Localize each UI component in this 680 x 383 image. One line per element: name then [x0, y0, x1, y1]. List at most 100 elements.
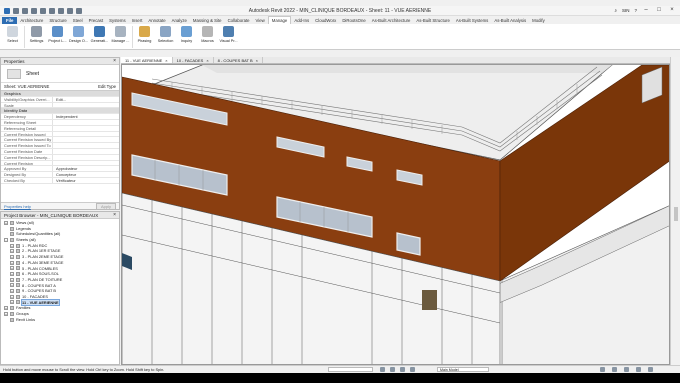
- property-value[interactable]: Vérificateur: [53, 178, 119, 183]
- editable-only-icon[interactable]: [380, 367, 385, 372]
- expand-toggle-icon[interactable]: +: [10, 266, 14, 271]
- property-value[interactable]: [53, 126, 119, 131]
- expand-toggle-icon[interactable]: +: [10, 254, 14, 259]
- view-tab[interactable]: 8 - COUPES BAT B ×: [214, 57, 263, 63]
- ribbon-tab-massing-site[interactable]: Massing & Site: [190, 17, 225, 24]
- select-links-icon[interactable]: [400, 367, 405, 372]
- property-value[interactable]: Concepteur: [53, 172, 119, 177]
- sheet-icon: [16, 283, 20, 288]
- user-name[interactable]: SIN: [622, 8, 630, 13]
- property-value[interactable]: Independent: [53, 114, 119, 119]
- property-value[interactable]: [53, 103, 119, 108]
- property-value[interactable]: [53, 161, 119, 166]
- expand-toggle-icon[interactable]: +: [10, 300, 14, 305]
- minimize-button[interactable]: –: [642, 7, 650, 14]
- workset-field[interactable]: [328, 367, 373, 372]
- manage-button[interactable]: Manage ...: [110, 24, 131, 50]
- expand-toggle-icon[interactable]: +: [10, 283, 14, 288]
- ribbon-tab-analyze[interactable]: Analyze: [169, 17, 190, 24]
- property-value[interactable]: Edit...: [53, 97, 119, 102]
- generati-button[interactable]: Generati...: [89, 24, 110, 50]
- ribbon-tab-as-built-architecture[interactable]: As-Built Architecture: [369, 17, 414, 24]
- model-selector[interactable]: Main Model: [437, 367, 489, 372]
- expand-toggle-icon[interactable]: +: [4, 220, 8, 225]
- close-tab-icon[interactable]: ×: [165, 58, 167, 63]
- design-o-button[interactable]: Design O...: [68, 24, 89, 50]
- ribbon-tab-collaborate[interactable]: Collaborate: [225, 17, 253, 24]
- type-selector[interactable]: Sheet: [1, 65, 119, 83]
- ribbon-tab-as-built-structure[interactable]: As-Built Structure: [413, 17, 452, 24]
- apply-button[interactable]: Apply: [95, 202, 116, 210]
- expand-toggle-icon[interactable]: -: [4, 237, 8, 242]
- ribbon-tab-steel[interactable]: Steel: [70, 17, 86, 24]
- close-icon[interactable]: ×: [113, 212, 116, 218]
- ribbon-tab-annotate[interactable]: Annotate: [145, 17, 168, 24]
- ribbon-tab-as-built-analysis[interactable]: As-Built Analysis: [491, 17, 529, 24]
- select-face-icon[interactable]: [612, 367, 617, 372]
- property-value[interactable]: [53, 120, 119, 125]
- expand-toggle-icon[interactable]: +: [10, 260, 14, 265]
- select-pinned-icon[interactable]: [600, 367, 605, 372]
- ribbon-tab-insert[interactable]: Insert: [129, 17, 146, 24]
- expand-toggle-icon[interactable]: +: [4, 311, 8, 316]
- expand-toggle-icon[interactable]: +: [10, 294, 14, 299]
- properties-help-link[interactable]: Properties help: [4, 204, 31, 209]
- ribbon-tab-file[interactable]: File: [2, 17, 18, 24]
- expand-toggle-icon[interactable]: +: [10, 249, 14, 254]
- close-icon[interactable]: ×: [113, 58, 116, 64]
- ribbon-tab-manage[interactable]: Manage: [267, 16, 292, 24]
- property-value[interactable]: [53, 149, 119, 154]
- property-value[interactable]: [53, 143, 119, 148]
- close-tab-icon[interactable]: ×: [256, 58, 258, 63]
- property-value[interactable]: Approbateur: [53, 166, 119, 171]
- ribbon-tab-dirootsone[interactable]: DiRootsOne: [339, 17, 368, 24]
- inquiry-button[interactable]: Inquiry: [176, 24, 197, 50]
- expand-toggle-icon[interactable]: +: [10, 243, 14, 248]
- tree-node[interactable]: Revit Links: [1, 317, 119, 323]
- close-tab-icon[interactable]: ×: [206, 58, 208, 63]
- expand-toggle-icon[interactable]: +: [10, 289, 14, 294]
- ribbon-tab-as-built-systems[interactable]: As-Built Systems: [453, 17, 491, 24]
- drag-elements-icon[interactable]: [624, 367, 629, 372]
- ribbon-tab-systems[interactable]: Systems: [106, 17, 128, 24]
- scrollbar-thumb[interactable]: [674, 207, 678, 221]
- ribbon-tab-architecture[interactable]: Architecture: [17, 17, 46, 24]
- drawing-area[interactable]: [121, 64, 670, 365]
- property-value[interactable]: [53, 137, 119, 142]
- ribbon-tab-cloudworx[interactable]: CloudWorx: [312, 17, 339, 24]
- edit-type-button[interactable]: Edit Type: [98, 84, 116, 89]
- ribbon-tab-modify[interactable]: Modify: [529, 17, 548, 24]
- ribbon-tab-add-ins[interactable]: Add-Ins: [291, 17, 312, 24]
- property-value[interactable]: [53, 132, 119, 137]
- close-button[interactable]: ×: [668, 7, 676, 14]
- instance-filter[interactable]: Sheet: VUE AERIENNE Edit Type: [1, 83, 119, 91]
- expand-toggle-icon[interactable]: +: [10, 277, 14, 282]
- visual-pr-button[interactable]: Visual Pr...: [218, 24, 239, 50]
- maximize-button[interactable]: □: [655, 7, 663, 14]
- search-icon[interactable]: ⌕: [614, 8, 617, 13]
- select-underlay-icon[interactable]: [410, 367, 415, 372]
- view-tab[interactable]: 10 - FACADES ×: [173, 57, 214, 63]
- vertical-scrollbar[interactable]: [670, 57, 680, 365]
- filter-icon[interactable]: [636, 367, 641, 372]
- expand-toggle-icon[interactable]: +: [10, 272, 14, 277]
- property-value[interactable]: [53, 155, 119, 160]
- background-processes-icon[interactable]: [648, 367, 653, 372]
- ribbon-button-label: Manage ...: [111, 39, 130, 43]
- aerial-3d-view[interactable]: [122, 65, 670, 365]
- selection-button[interactable]: Selection: [155, 24, 176, 50]
- design-options-icon[interactable]: [390, 367, 395, 372]
- help-icon[interactable]: ?: [634, 8, 637, 13]
- view-tab[interactable]: 11 - VUE AERIENNE ×: [121, 57, 173, 63]
- project-l-button[interactable]: Project L...: [47, 24, 68, 50]
- settings-button[interactable]: Settings: [26, 24, 47, 50]
- ribbon-tab-precast[interactable]: Precast: [86, 17, 107, 24]
- select-button[interactable]: Select: [2, 24, 23, 50]
- ribbon-tab-structure[interactable]: Structure: [46, 17, 69, 24]
- expand-toggle-icon[interactable]: +: [4, 306, 8, 311]
- phasing-button[interactable]: Phasing: [134, 24, 155, 50]
- folder-icon: [10, 306, 14, 311]
- ribbon-tab-view[interactable]: View: [253, 17, 268, 24]
- macros-button[interactable]: Macros: [197, 24, 218, 50]
- sheet-icon: [16, 300, 20, 305]
